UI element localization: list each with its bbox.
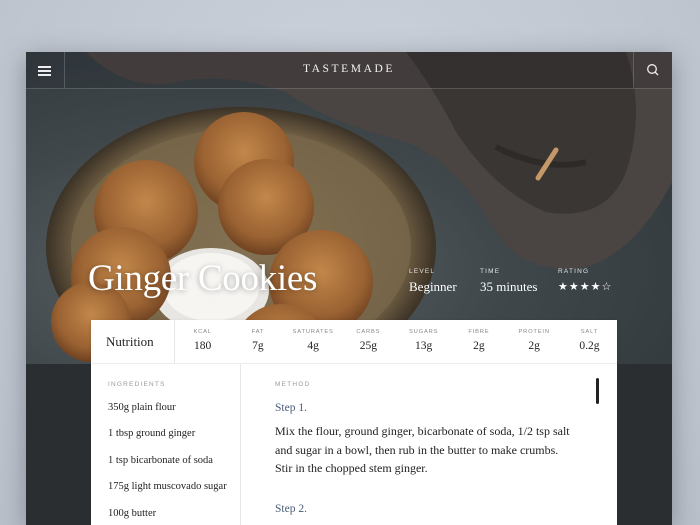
nutrition-item-salt: SALT 0.2g — [562, 320, 617, 363]
nutrition-label: SUGARS — [408, 329, 439, 335]
nutrition-item-carbs: CARBS 25g — [341, 320, 396, 363]
top-bar: TASTEMADE — [26, 52, 672, 89]
nutrition-value: 7g — [252, 340, 264, 352]
rating-stars[interactable]: ★★★★☆ — [558, 280, 612, 293]
cookie-photo — [46, 52, 672, 364]
app-window: TASTEMADE Ginger Cookies LEVEL Beginner … — [26, 52, 672, 525]
recipe-content-panel: INGREDIENTS 350g plain flour 1 tbsp grou… — [91, 363, 617, 525]
ingredient-item: 1 tsp bicarbonate of soda — [108, 454, 213, 466]
method-scrollbar[interactable] — [596, 378, 599, 404]
nutrition-title: Nutrition — [91, 320, 175, 363]
nutrition-value: 2g — [473, 340, 485, 352]
nutrition-value: 4g — [307, 340, 319, 352]
method-column[interactable]: METHOD Step 1. Mix the flour, ground gin… — [241, 364, 617, 525]
nutrition-item-fibre: FIBRE 2g — [451, 320, 506, 363]
nutrition-value: 0.2g — [579, 340, 600, 352]
step-1-title: Step 1. — [275, 402, 307, 414]
search-icon — [647, 64, 659, 76]
time-value: 35 minutes — [480, 279, 538, 294]
ingredient-item: 175g light muscovado sugar — [108, 481, 227, 493]
nutrition-label: FIBRE — [468, 329, 490, 335]
ingredient-item: 100g butter — [108, 507, 157, 519]
nutrition-bar: Nutrition KCAL 180 FAT 7g SATURATES 4g CARB… — [91, 320, 617, 363]
step-2-title: Step 2. — [275, 503, 307, 515]
nutrition-value: 180 — [194, 340, 212, 352]
nutrition-label: FAT — [251, 329, 265, 335]
nutrition-label: CARBS — [356, 329, 381, 335]
ingredients-list: 350g plain flour 1 tbsp ground ginger 1 … — [108, 402, 227, 525]
nutrition-items: KCAL 180 FAT 7g SATURATES 4g CARBS 25g SUGAR… — [175, 320, 617, 363]
nutrition-item-sugars: SUGARS 13g — [396, 320, 451, 363]
nutrition-label: SALT — [580, 329, 599, 335]
search-button[interactable] — [633, 52, 672, 88]
ingredient-item: 350g plain flour — [108, 402, 176, 413]
nutrition-label: KCAL — [193, 329, 212, 335]
step-1-text: Mix the flour, ground ginger, bicarbonat… — [275, 424, 570, 476]
time-label: TIME — [480, 268, 501, 275]
nutrition-label: SATURATES — [292, 329, 334, 335]
time-info: TIME 35 minutes — [480, 268, 537, 295]
rating-label: RATING — [558, 268, 590, 275]
level-info: LEVEL Beginner — [409, 268, 457, 295]
nutrition-item-saturates: SATURATES 4g — [286, 320, 341, 363]
nutrition-item-kcal: KCAL 180 — [175, 320, 230, 363]
ingredient-item: 1 tbsp ground ginger — [108, 428, 196, 440]
nutrition-value: 2g — [528, 340, 540, 352]
hero-image: TASTEMADE Ginger Cookies LEVEL Beginner … — [26, 52, 672, 364]
recipe-title: Ginger Cookies — [88, 258, 318, 299]
rating-info: RATING ★★★★☆ — [558, 268, 612, 293]
nutrition-value: 25g — [359, 340, 377, 352]
nutrition-label: PROTEIN — [518, 329, 550, 335]
nutrition-item-fat: FAT 7g — [230, 320, 285, 363]
nutrition-item-protein: PROTEIN 2g — [507, 320, 562, 363]
method-heading: METHOD — [275, 381, 311, 388]
ingredients-column: INGREDIENTS 350g plain flour 1 tbsp grou… — [91, 364, 241, 525]
nutrition-value: 13g — [415, 340, 433, 352]
brand-logo[interactable]: TASTEMADE — [26, 63, 672, 75]
level-label: LEVEL — [409, 268, 436, 275]
ingredients-heading: INGREDIENTS — [108, 381, 166, 388]
level-value: Beginner — [409, 279, 457, 294]
